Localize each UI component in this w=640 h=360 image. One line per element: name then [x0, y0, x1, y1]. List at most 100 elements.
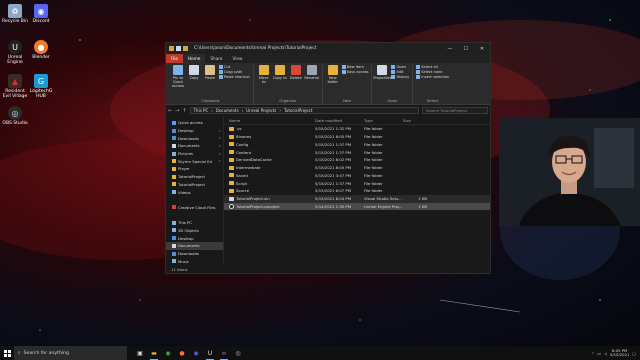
easy-access-icon	[341, 70, 346, 74]
chrome-icon[interactable]: ◉	[161, 346, 175, 360]
rename-button[interactable]: Rename	[304, 65, 319, 80]
desktop-icon-discord[interactable]: ◉ Discord	[28, 4, 54, 24]
nav-item[interactable]: Pictures ✔	[166, 150, 223, 158]
copy-button[interactable]: Copy	[187, 65, 201, 80]
file-row[interactable]: DerivedDataCache 5/15/2021 8:02 PM File fo…	[224, 156, 490, 164]
desktop-icon-unreal-engine[interactable]: U Unreal Engine	[2, 40, 28, 65]
file-explorer-icon[interactable]: ▬	[147, 346, 161, 360]
unreal-engine-icon[interactable]: U	[203, 346, 217, 360]
nav-item[interactable]: 3D Objects	[166, 227, 223, 235]
column-type[interactable]: Type	[364, 118, 403, 123]
forward-arrow-icon[interactable]: →	[175, 108, 179, 114]
new-item-button[interactable]: New item	[341, 65, 369, 69]
nav-item[interactable]: Desktop	[166, 234, 223, 242]
breadcrumb-this-pc[interactable]: This PC	[194, 108, 209, 113]
nav-item[interactable]: TutorialProject	[166, 181, 223, 189]
folder-icon	[172, 220, 176, 225]
file-name-cell: Config	[229, 142, 315, 147]
volume-icon[interactable]: ◁	[604, 351, 607, 356]
properties-button[interactable]: Properties	[373, 65, 392, 80]
chevron-up-icon[interactable]: ^	[591, 351, 594, 356]
file-row[interactable]: Content 5/15/2021 1:37 PM File folder	[224, 148, 490, 156]
taskbar-search-input[interactable]: ⌕ Search for anything	[14, 346, 127, 360]
move-to-button[interactable]: Move to	[257, 65, 271, 84]
folder-icon[interactable]	[169, 46, 174, 51]
file-row[interactable]: .vs 5/15/2021 1:32 PM File folder	[224, 125, 490, 133]
nav-item[interactable]: TutorialProject	[166, 173, 223, 181]
file-row[interactable]: Config 5/15/2021 1:37 PM File folder	[224, 141, 490, 149]
breadcrumb-unreal-projects[interactable]: Unreal Projects	[246, 108, 276, 113]
history-button[interactable]: History	[391, 75, 409, 79]
nav-item[interactable]: Documents ✔	[166, 142, 223, 150]
edit-button[interactable]: Edit	[391, 70, 409, 74]
discord-icon[interactable]: ◉	[189, 346, 203, 360]
nav-item[interactable]: Creative Cloud Files	[166, 204, 223, 212]
nav-item[interactable]: Downloads ✔	[166, 134, 223, 142]
file-row[interactable]: Saved 5/15/2021 3:47 PM File folder	[224, 172, 490, 180]
taskbar: ⌕ Search for anything ▣ ▬ ◉ ● ◉ U ∞ ◎ ^ ▭ ◁ 8:0…	[0, 346, 640, 360]
new-folder-button[interactable]: New folder	[326, 65, 340, 84]
nav-item[interactable]: Videos	[166, 188, 223, 196]
obs-icon[interactable]: ◎	[231, 346, 245, 360]
visual-studio-icon[interactable]: ∞	[217, 346, 231, 360]
nav-item[interactable]: Player	[166, 165, 223, 173]
tab-file[interactable]: File	[166, 54, 184, 63]
column-size[interactable]: Size	[403, 118, 427, 123]
desktop-icon-blender[interactable]: ● Blender	[28, 40, 54, 60]
maximize-button[interactable]: ☐	[458, 43, 474, 54]
nav-item[interactable]: Music	[166, 257, 223, 265]
nav-item[interactable]: Downloads	[166, 250, 223, 258]
task-view-icon[interactable]: ▣	[133, 346, 147, 360]
paste-shortcut-button[interactable]: Paste shortcut	[219, 75, 250, 79]
desktop-icon-logitech[interactable]: G LogitechG HUB	[28, 74, 54, 99]
up-arrow-icon[interactable]: ↑	[182, 108, 186, 114]
start-button[interactable]	[0, 346, 14, 360]
select-none-button[interactable]: Select none	[416, 70, 449, 74]
nav-item[interactable]: Documents	[166, 242, 223, 250]
invert-selection-button[interactable]: Invert selection	[416, 75, 449, 79]
properties-icon[interactable]	[176, 46, 181, 51]
file-name: .vs	[236, 126, 242, 132]
column-name[interactable]: Name	[229, 118, 315, 123]
firefox-icon[interactable]: ●	[175, 346, 189, 360]
delete-button[interactable]: Delete	[289, 65, 303, 80]
file-row[interactable]: TutorialProject.uproject 5/14/2021 1:35 P…	[224, 202, 490, 211]
easy-access-button[interactable]: Easy access	[341, 70, 368, 74]
desktop-icon-resident-evil[interactable]: ▲ Resident Evil Village	[2, 74, 28, 99]
desktop-icon-obs[interactable]: ◎ OBS Studio	[2, 106, 28, 126]
new-folder-icon[interactable]	[183, 46, 188, 51]
copy-path-button[interactable]: Copy path	[219, 70, 250, 74]
address-bar[interactable]: This PC › Documents › Unreal Projects › Tut…	[189, 107, 419, 114]
open-button[interactable]: Open	[391, 65, 409, 69]
file-row[interactable]: Binaries 5/15/2021 8:05 PM File folder	[224, 133, 490, 141]
select-all-button[interactable]: Select all	[416, 65, 449, 69]
paste-button[interactable]: Paste	[203, 65, 217, 80]
cut-button[interactable]: Cut	[219, 65, 250, 69]
column-date-modified[interactable]: Date modified	[315, 118, 364, 123]
back-arrow-icon[interactable]: ←	[168, 108, 172, 114]
network-icon[interactable]: ▭	[597, 351, 601, 356]
nav-item[interactable]: Quick access	[166, 119, 223, 127]
breadcrumb-documents[interactable]: Documents	[216, 108, 239, 113]
tab-view[interactable]: View	[227, 54, 247, 63]
copy-to-button[interactable]: Copy to	[273, 65, 287, 80]
breadcrumb-tutorialproject[interactable]: TutorialProject	[284, 108, 312, 113]
file-row[interactable]: TutorialProject.sln 5/15/2021 8:04 PM Visu…	[224, 194, 490, 203]
search-input[interactable]: Search TutorialProject	[422, 107, 488, 114]
minimize-button[interactable]: —	[442, 43, 458, 54]
file-row[interactable]: Source 5/15/2021 6:07 PM File folder	[224, 187, 490, 195]
pin-quick-access-button[interactable]: Pin to Quick access	[171, 65, 185, 88]
close-button[interactable]: ✕	[474, 43, 490, 54]
tab-share[interactable]: Share	[205, 54, 227, 63]
nav-item[interactable]: Skyrim Special Ed ✔	[166, 157, 223, 165]
file-row[interactable]: Intermediate 5/15/2021 8:05 PM File folder	[224, 164, 490, 172]
notification-icon[interactable]: ▢	[632, 351, 636, 356]
nav-item[interactable]: This PC	[166, 219, 223, 227]
title-bar[interactable]: C:\Users\jason\Documents\Unreal Projects…	[166, 43, 490, 54]
nav-item[interactable]: Desktop ✔	[166, 127, 223, 135]
tab-home[interactable]: Home	[183, 54, 206, 63]
desktop-icon-recycle-bin[interactable]: ♻ Recycle Bin	[2, 4, 28, 24]
file-row[interactable]: Script 5/15/2021 1:37 PM File folder	[224, 179, 490, 187]
folder-icon	[172, 136, 176, 141]
clock[interactable]: 8:05 PM 5/15/2021	[610, 348, 629, 358]
